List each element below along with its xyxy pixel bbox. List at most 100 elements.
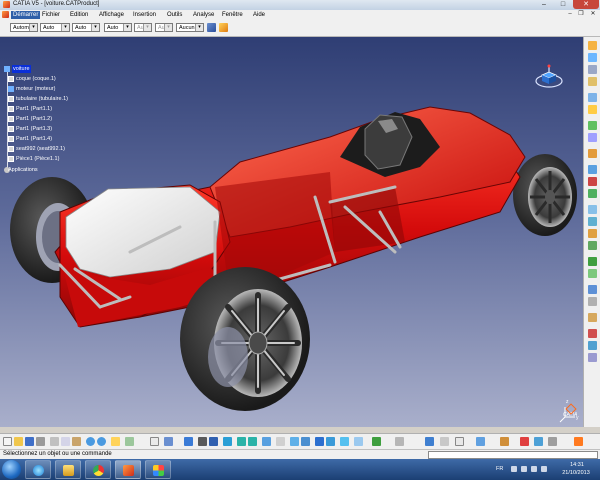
stop-icon[interactable] [588,177,597,186]
product-icon[interactable] [588,41,597,50]
volume-icon[interactable] [541,466,547,472]
color-combo[interactable]: Autom. ▾ [10,23,38,32]
flag-icon[interactable] [531,466,537,472]
reuse-pattern-icon[interactable] [588,313,597,322]
chevron-down-icon[interactable]: ▾ [143,24,151,31]
catia-app-icon[interactable] [3,1,10,8]
doc-minimize-button[interactable]: – [565,10,575,19]
graph-tree-icon[interactable] [588,93,597,102]
menu-fenetre[interactable]: Fenêtre [220,11,245,19]
clash-analysis-icon[interactable] [476,437,485,446]
fix-icon[interactable] [588,105,597,114]
layer-combo[interactable]: Aucun ▾ [176,23,204,32]
taskbar-media[interactable] [145,460,171,479]
network-icon[interactable] [521,466,527,472]
change-constraint-icon[interactable] [588,297,597,306]
quick-constraint-icon[interactable] [588,269,597,278]
swap-icon[interactable] [315,437,324,446]
catia-icon[interactable] [574,437,583,446]
doc-restore-button[interactable]: ❐ [576,10,586,19]
doc-close-button[interactable]: ✕ [588,10,598,19]
menu-demarrer[interactable]: Démarrer [11,11,41,19]
chevron-down-icon[interactable]: ▾ [123,24,131,31]
rotate-icon[interactable] [223,437,232,446]
save-icon[interactable] [25,437,34,446]
cut-icon[interactable] [50,437,59,446]
chevron-down-icon[interactable]: ▾ [29,24,37,31]
offset-icon[interactable] [588,205,597,214]
scene-icon[interactable] [455,437,464,446]
fit-all-icon[interactable] [198,437,207,446]
rendering-style-combo[interactable]: Aut ▾ [155,23,173,32]
sectioning-icon[interactable] [500,437,509,446]
taskbar-ie[interactable] [25,460,51,479]
options-icon[interactable] [548,437,557,446]
taskbar-catia[interactable] [115,460,141,479]
language-indicator[interactable]: FR [496,466,503,472]
line-thickness-combo[interactable]: Auto ▾ [72,23,100,32]
menu-analyse[interactable]: Analyse [191,11,216,19]
new-icon[interactable] [3,437,12,446]
properties-icon[interactable] [219,23,228,32]
zoom-in-icon[interactable] [237,437,246,446]
iso-view-icon[interactable] [276,437,285,446]
component-icon[interactable] [588,53,597,62]
shading-icon[interactable] [290,437,299,446]
normal-view-icon[interactable] [262,437,271,446]
material-icon[interactable] [440,437,449,446]
sketch-icon[interactable] [372,437,381,446]
redo-icon[interactable] [97,437,106,446]
linetype-combo[interactable]: Auto ▾ [104,23,132,32]
formula-icon[interactable] [150,437,159,446]
painter-icon[interactable] [207,23,216,32]
menu-affichage[interactable]: Affichage [97,11,126,19]
pan-icon[interactable] [209,437,218,446]
tools-icon[interactable] [395,437,404,446]
explode-icon[interactable] [588,149,597,158]
report-icon[interactable] [534,437,543,446]
constraint-icon[interactable] [588,121,597,130]
replace-icon[interactable] [588,77,597,86]
fix-together-icon[interactable] [588,257,597,266]
copy-icon[interactable] [61,437,70,446]
contact-icon[interactable] [588,217,597,226]
coincidence-icon[interactable] [588,241,597,250]
maximize-button[interactable]: □ [554,0,572,9]
measure-icon[interactable] [326,437,335,446]
zoom-out-icon[interactable] [248,437,257,446]
tray-arrow-icon[interactable] [511,466,517,472]
power-input[interactable] [428,451,598,459]
taskbar-chrome[interactable] [85,460,111,479]
menu-fichier[interactable]: Fichier [40,11,62,19]
open-icon[interactable] [14,437,23,446]
distance-icon[interactable] [588,353,597,362]
compare-icon[interactable] [520,437,529,446]
3d-viewport[interactable]: z y CATIA voiture coque (coque.1) moteur… [0,37,583,427]
clock-date[interactable]: 21/10/2013 [556,470,596,476]
menu-insertion[interactable]: Insertion [131,11,158,19]
clock-time[interactable]: 14:31 [562,462,592,468]
taskbar-explorer[interactable] [55,460,81,479]
section-icon[interactable] [588,341,597,350]
existing-component-icon[interactable] [588,65,597,74]
undo-icon[interactable] [86,437,95,446]
analyze-icon[interactable] [125,437,134,446]
paste-icon[interactable] [72,437,81,446]
hide-show-icon[interactable] [301,437,310,446]
fly-icon[interactable] [184,437,193,446]
chevron-down-icon[interactable]: ▾ [91,24,99,31]
grid-icon[interactable] [354,437,363,446]
whats-this-icon[interactable] [111,437,120,446]
lock-icon[interactable] [340,437,349,446]
angle-icon[interactable] [588,229,597,238]
catalog-icon[interactable] [164,437,173,446]
menu-edition[interactable]: Edition [68,11,90,19]
minimize-button[interactable]: – [535,0,553,9]
update-icon[interactable] [588,189,597,198]
document-icon[interactable] [2,11,9,18]
chevron-down-icon[interactable]: ▾ [195,24,203,31]
transparency-combo[interactable]: Auto ▾ [40,23,70,32]
print-icon[interactable] [36,437,45,446]
close-button[interactable]: ✕ [573,0,599,9]
snap-icon[interactable] [588,133,597,142]
